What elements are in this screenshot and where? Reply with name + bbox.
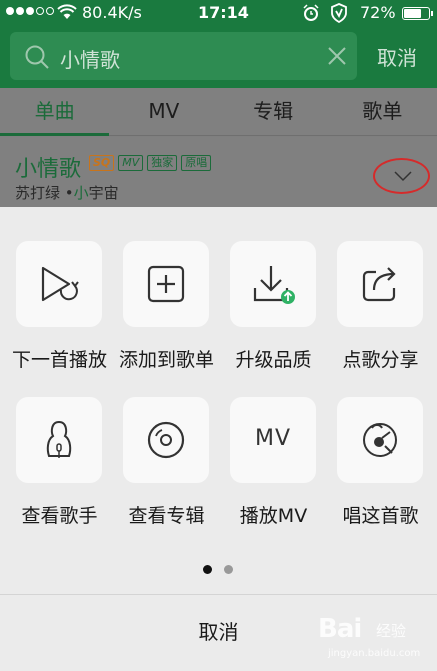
wifi-icon (57, 4, 77, 19)
action-label: 添加到歌单 (118, 349, 214, 371)
album-icon (147, 421, 185, 459)
singer-icon (46, 420, 72, 458)
cellular-signal-icon (6, 7, 54, 15)
add-to-playlist-icon (147, 265, 185, 303)
action-tile[interactable] (337, 397, 423, 483)
action-tile[interactable]: MV (230, 397, 316, 483)
song-list-item[interactable]: 小情歌 SQ MV 独家 原唱 苏打绿 •小宇宙 (0, 137, 437, 207)
action-play-mv[interactable]: MV 播放MV (220, 397, 327, 527)
watermark-brand: Bai (318, 614, 362, 644)
action-tile[interactable] (123, 397, 209, 483)
tab-mv[interactable]: MV (109, 88, 218, 135)
page-indicator (203, 565, 233, 574)
action-label: 下一首播放 (11, 349, 107, 371)
mv-badge: MV (118, 155, 144, 171)
action-view-album[interactable]: 查看专辑 (113, 397, 220, 527)
song-tags: SQ MV 独家 原唱 (89, 155, 212, 171)
clock: 17:14 (198, 3, 249, 22)
action-view-singer[interactable]: 查看歌手 (6, 397, 113, 527)
battery-percent: 72% (360, 3, 396, 22)
artist-name: 苏打绿 (15, 184, 61, 202)
action-label: 点歌分享 (342, 349, 419, 371)
action-tile[interactable] (16, 241, 102, 327)
action-tile[interactable] (123, 241, 209, 327)
cancel-search-button[interactable]: 取消 (377, 42, 417, 71)
action-add-to-playlist[interactable]: 添加到歌单 (113, 241, 220, 371)
original-badge: 原唱 (181, 155, 212, 171)
page-dot[interactable] (224, 565, 233, 574)
search-input[interactable]: 小情歌 (10, 32, 357, 80)
sq-badge: SQ (89, 155, 115, 171)
baidu-watermark: Bai 经验 jingyan.baidu.com (318, 610, 433, 665)
song-subtitle: 苏打绿 •小宇宙 (15, 182, 119, 203)
search-icon (25, 45, 49, 69)
song-title: 小情歌 (15, 157, 82, 182)
action-label: 唱这首歌 (342, 505, 419, 527)
play-next-icon (41, 266, 79, 302)
more-options-button[interactable] (373, 158, 430, 194)
action-sheet: 下一首播放 添加到歌单 升级品质 点歌分享 查看歌手 查看专辑 MV 播放MV … (0, 207, 437, 671)
watermark-url: jingyan.baidu.com (328, 648, 421, 659)
action-tile[interactable] (337, 241, 423, 327)
share-icon (362, 267, 396, 302)
result-tabs: 单曲 MV 专辑 歌单 (0, 88, 437, 136)
action-tile[interactable] (16, 397, 102, 483)
network-speed: 80.4K/s (82, 3, 142, 22)
tab-playlist[interactable]: 歌单 (328, 88, 437, 135)
action-tile[interactable] (230, 241, 316, 327)
mv-icon: MV (254, 426, 292, 451)
watermark-sub: 经验 (376, 622, 407, 640)
tab-album[interactable]: 专辑 (219, 88, 328, 135)
album-name: 宇宙 (88, 184, 119, 202)
action-label: 播放MV (239, 505, 308, 527)
tab-single[interactable]: 单曲 (0, 88, 110, 136)
alarm-icon (303, 4, 319, 21)
action-share[interactable]: 点歌分享 (327, 241, 434, 371)
search-header: 小情歌 取消 (0, 26, 437, 88)
status-bar: 80.4K/s 17:14 72% (0, 0, 437, 26)
album-name-highlight: 小 (73, 184, 89, 202)
sing-icon (363, 423, 397, 457)
clear-search-icon[interactable] (327, 46, 347, 66)
chevron-down-icon (394, 171, 412, 182)
upgrade-quality-icon (253, 266, 295, 304)
search-query: 小情歌 (60, 48, 120, 72)
exclusive-badge: 独家 (147, 155, 178, 171)
action-label: 查看专辑 (128, 505, 205, 527)
separator-dot: • (64, 184, 74, 202)
location-shield-icon (331, 3, 347, 23)
battery-fill (404, 9, 421, 18)
action-upgrade-quality[interactable]: 升级品质 (220, 241, 327, 371)
page-dot-active[interactable] (203, 565, 212, 574)
action-label: 升级品质 (235, 349, 312, 371)
action-label: 查看歌手 (21, 505, 98, 527)
action-sing-this-song[interactable]: 唱这首歌 (327, 397, 434, 527)
battery-icon (402, 7, 433, 20)
action-play-next[interactable]: 下一首播放 (6, 241, 113, 371)
